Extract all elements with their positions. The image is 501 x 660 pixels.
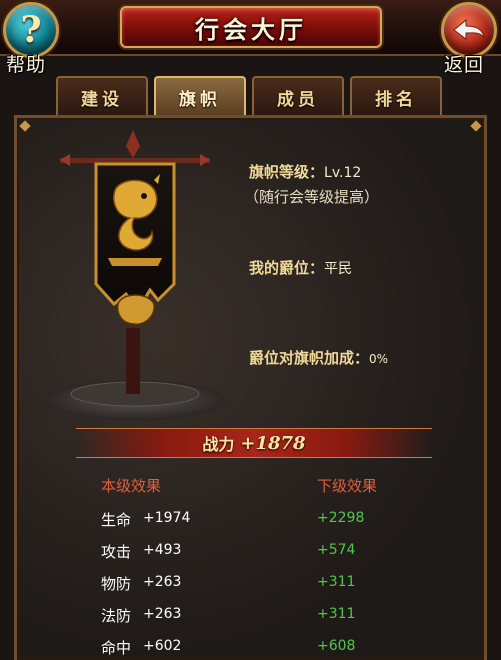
tab-bar: 建设 旗帜 成员 排名	[56, 76, 442, 116]
help-label[interactable]: 帮助	[6, 50, 46, 77]
tab-members[interactable]: 成员	[252, 76, 344, 116]
stat-name: 命中	[101, 639, 132, 657]
stat-next-value: +574	[317, 542, 356, 558]
tab-ranking[interactable]: 排名	[350, 76, 442, 116]
stat-row-magic-defense: 法防 +263 +311	[0, 605, 501, 629]
combat-power-label: 战力	[202, 435, 235, 454]
stat-row-hp: 生命 +1974 +2298	[0, 509, 501, 533]
back-label[interactable]: 返回	[444, 50, 484, 77]
stat-name: 生命	[101, 511, 132, 529]
stat-row-physical-defense: 物防 +263 +311	[0, 573, 501, 597]
stat-next-value: +2298	[317, 510, 365, 526]
combat-power-bar: 战力 +1878	[76, 428, 432, 458]
rank-bonus-label: 爵位对旗帜加成：	[249, 349, 370, 367]
page-title: 行会大厅	[195, 14, 307, 44]
rank-bonus: 爵位对旗帜加成：0%	[249, 347, 388, 368]
banner-level: 旗帜等级：Lv.12	[249, 161, 361, 182]
stat-name: 物防	[101, 575, 132, 593]
back-arrow-icon	[453, 18, 485, 40]
stat-current-value: +263	[143, 574, 182, 590]
stat-next-value: +311	[317, 606, 356, 622]
guild-banner-dragon-icon	[43, 130, 227, 420]
next-effects-header: 下级效果	[317, 477, 378, 495]
title-plate: 行会大厅	[120, 6, 382, 48]
stat-name: 法防	[101, 607, 132, 625]
question-mark-icon: ?	[20, 9, 42, 51]
stat-next-value: +608	[317, 638, 356, 654]
my-rank-label: 我的爵位：	[249, 259, 325, 277]
corner-ornament	[19, 120, 31, 132]
top-bar: ? 行会大厅	[0, 0, 501, 58]
combat-power-value: +1878	[240, 432, 306, 454]
stat-current-value: +1974	[143, 510, 191, 526]
corner-ornament	[470, 120, 482, 132]
stat-current-value: +602	[143, 638, 182, 654]
stat-next-value: +311	[317, 574, 356, 590]
stat-current-value: +263	[143, 606, 182, 622]
banner-level-label: 旗帜等级：	[249, 163, 325, 181]
banner-level-value: Lv.12	[324, 165, 362, 181]
current-effects-header: 本级效果	[101, 477, 162, 495]
my-rank: 我的爵位：平民	[249, 257, 352, 278]
banner-level-note: （随行会等级提高）	[244, 188, 380, 206]
stat-name: 攻击	[101, 543, 132, 561]
stat-row-accuracy: 命中 +602 +608	[0, 637, 501, 660]
stat-current-value: +493	[143, 542, 182, 558]
stat-row-attack: 攻击 +493 +574	[0, 541, 501, 565]
rank-bonus-value: 0%	[369, 352, 389, 366]
tab-banner[interactable]: 旗帜	[154, 76, 246, 116]
my-rank-value: 平民	[324, 261, 353, 277]
tab-build[interactable]: 建设	[56, 76, 148, 116]
